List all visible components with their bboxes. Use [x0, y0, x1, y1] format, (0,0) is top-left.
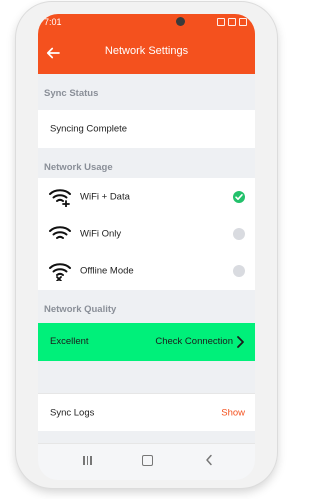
section-title: Sync Status	[44, 88, 99, 99]
network-option-wifi-data[interactable]: WiFi + Data	[38, 178, 255, 216]
network-quality-status: Excellent	[50, 336, 89, 347]
sync-logs-row[interactable]: Sync Logs Show	[38, 393, 255, 433]
status-time: 7:01	[44, 17, 62, 27]
recents-icon[interactable]	[83, 456, 92, 465]
wifi-plus-icon	[49, 188, 71, 207]
selected-check-icon	[233, 190, 245, 203]
page-title: Network Settings	[104, 45, 189, 57]
battery-icon	[239, 18, 247, 26]
camera-cutout-icon	[176, 17, 185, 26]
network-option-wifi-only[interactable]: WiFi Only	[38, 215, 255, 253]
app-bar: Network Settings	[38, 32, 255, 74]
home-icon[interactable]	[142, 455, 153, 466]
wifi-off-icon	[49, 263, 71, 281]
sync-status-label: Syncing Complete	[50, 123, 128, 135]
chevron-right-icon	[237, 336, 244, 348]
spacer	[38, 361, 255, 393]
section-title: Network Usage	[44, 162, 113, 173]
wifi-icon	[49, 225, 71, 239]
option-label: WiFi Only	[80, 228, 122, 239]
back-nav-icon[interactable]	[205, 454, 213, 466]
sync-status-row: Syncing Complete	[38, 110, 255, 149]
alarm-icon	[217, 18, 225, 26]
system-icons	[217, 18, 247, 26]
status-bar: 7:01	[38, 14, 255, 32]
network-option-offline[interactable]: Offline Mode	[38, 252, 255, 291]
radio-unselected-icon[interactable]	[233, 227, 245, 240]
show-sync-logs-button[interactable]: Show	[221, 408, 245, 419]
sync-logs-label: Sync Logs	[50, 407, 95, 419]
app-screen: 7:01 Network Settings Sync Status Syncin…	[38, 14, 255, 480]
section-header-sync-status: Sync Status	[38, 74, 255, 110]
option-label: WiFi + Data	[80, 191, 130, 202]
system-nav-bar	[38, 443, 255, 480]
option-label: Offline Mode	[80, 265, 134, 277]
signal-icon	[228, 18, 236, 26]
network-quality-row[interactable]: Excellent Check Connection	[38, 323, 255, 361]
check-connection-link[interactable]: Check Connection	[155, 336, 233, 347]
section-header-network-quality: Network Quality	[38, 290, 255, 326]
section-title: Network Quality	[44, 304, 117, 315]
radio-unselected-icon[interactable]	[233, 265, 245, 277]
